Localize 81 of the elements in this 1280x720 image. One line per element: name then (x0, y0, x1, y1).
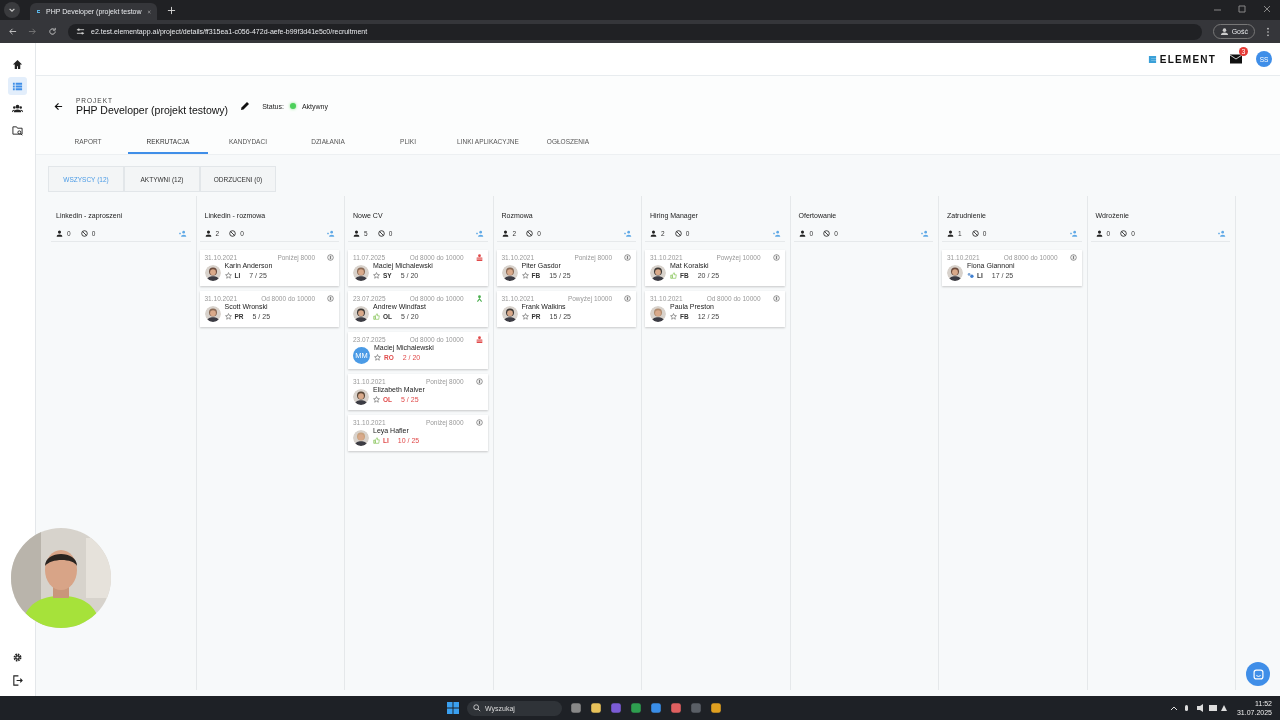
status-dot (289, 103, 296, 109)
folder-search-icon (12, 124, 23, 136)
blocked-icon (674, 230, 682, 237)
taskbar-app-icon[interactable] (570, 702, 582, 714)
person-icon (204, 230, 212, 237)
person-alert-icon (475, 336, 483, 343)
add-person-icon[interactable] (624, 230, 632, 237)
person-icon (353, 230, 360, 237)
taskbar-app-icon[interactable] (630, 702, 642, 714)
project-title: PHP Developer (projekt testowy) (76, 103, 229, 116)
home-icon (12, 58, 23, 70)
thumbs-up-icon[interactable] (670, 272, 677, 279)
star-icon[interactable] (521, 272, 529, 279)
star-icon[interactable] (224, 272, 232, 279)
coin-icon (475, 378, 483, 385)
settings-icon[interactable] (12, 652, 23, 663)
tab-list-icon[interactable] (4, 2, 20, 18)
star-icon[interactable] (521, 313, 529, 320)
add-person-icon[interactable] (1069, 230, 1078, 237)
people-icon[interactable] (967, 272, 974, 279)
page-icon (36, 7, 41, 16)
more-icon[interactable] (1266, 26, 1270, 37)
person-icon (650, 230, 657, 237)
coin-icon (327, 295, 334, 302)
mail-icon[interactable] (1230, 54, 1242, 64)
thumbs-up-icon[interactable] (373, 313, 380, 320)
blocked-icon (526, 230, 534, 237)
blocked-icon (229, 230, 237, 237)
add-person-icon[interactable] (327, 230, 335, 237)
edit-icon[interactable] (240, 101, 251, 111)
logo: ELEMENT (1147, 53, 1216, 65)
taskbar-app-icon[interactable] (710, 702, 722, 714)
tray-icons[interactable] (1168, 703, 1229, 713)
blocked-icon (80, 230, 88, 237)
back-icon[interactable] (8, 27, 17, 36)
taskbar-app-icon[interactable] (670, 702, 682, 714)
coin-icon (772, 295, 780, 302)
forward-icon[interactable] (28, 27, 37, 36)
window-controls-icon[interactable] (1212, 5, 1272, 15)
add-person-icon[interactable] (772, 230, 781, 237)
person-alert-icon (475, 254, 483, 261)
add-person-icon[interactable] (178, 230, 187, 237)
star-icon[interactable] (224, 313, 232, 320)
blocked-icon (971, 230, 979, 237)
new-tab-icon[interactable] (167, 5, 176, 15)
star-icon[interactable] (374, 354, 381, 361)
taskbar-app-icon[interactable] (590, 702, 602, 714)
list-icon (12, 80, 23, 92)
coin-icon (1069, 254, 1077, 261)
star-icon[interactable] (670, 313, 677, 320)
person-icon (1219, 27, 1229, 36)
blocked-icon (1120, 230, 1128, 237)
add-person-icon[interactable] (1218, 230, 1226, 237)
chat-icon (1252, 668, 1264, 680)
person-icon (798, 230, 806, 237)
close-icon[interactable] (146, 7, 151, 16)
person-icon (501, 230, 509, 237)
people-icon (12, 102, 23, 114)
star-icon[interactable] (373, 396, 380, 403)
coin-icon (475, 419, 483, 426)
coin-icon (772, 254, 780, 261)
person-icon (1095, 230, 1103, 237)
coin-icon (624, 254, 631, 261)
back-arrow-icon[interactable] (54, 101, 63, 111)
coin-icon (624, 295, 631, 302)
blocked-icon (823, 230, 831, 237)
add-person-icon[interactable] (921, 230, 929, 237)
person-icon (56, 230, 63, 237)
windows-icon[interactable] (447, 702, 459, 714)
logout-icon[interactable] (12, 675, 23, 686)
person-icon (947, 230, 954, 237)
taskbar-app-icon[interactable] (650, 702, 662, 714)
blocked-icon (377, 230, 385, 237)
search-icon (473, 704, 481, 712)
thumbs-up-icon[interactable] (373, 437, 380, 444)
add-person-icon[interactable] (475, 230, 484, 237)
coin-icon (327, 254, 334, 261)
person-check-icon (475, 295, 483, 302)
site-settings-icon[interactable] (76, 27, 85, 36)
star-icon[interactable] (373, 272, 380, 279)
reload-icon[interactable] (48, 27, 57, 36)
